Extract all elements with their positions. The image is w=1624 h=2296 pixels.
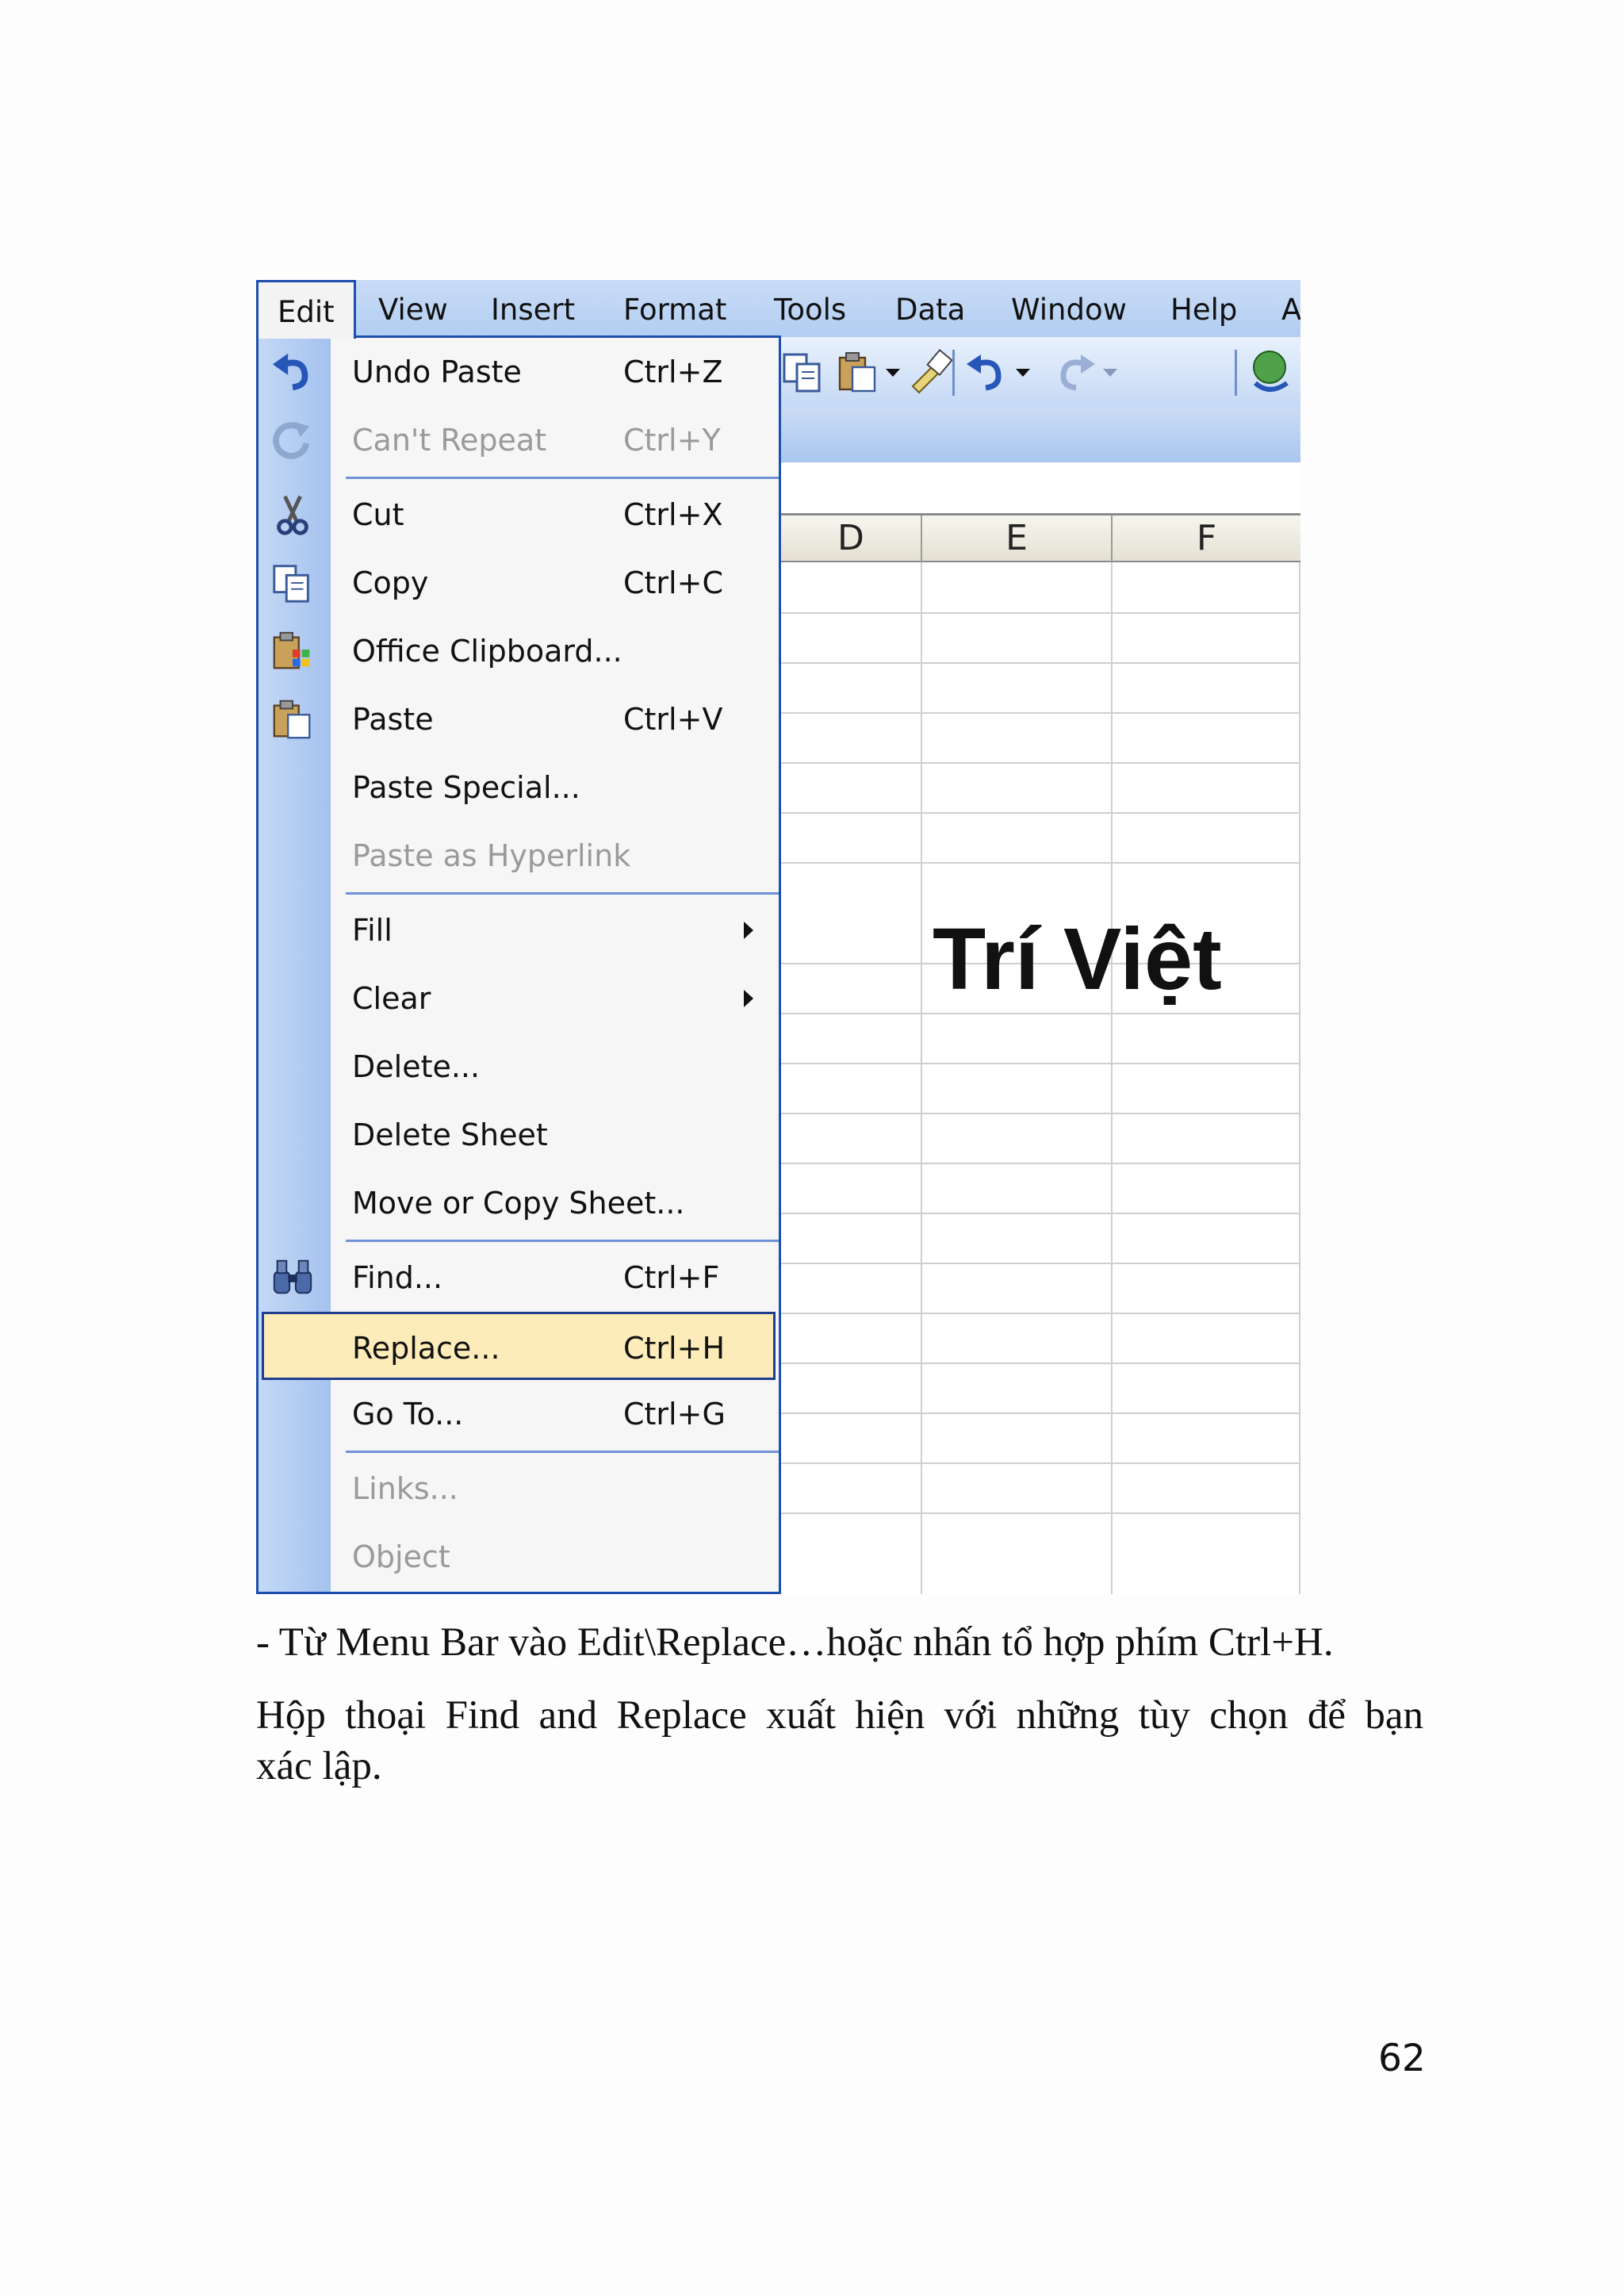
menu-item-shortcut: Ctrl+F	[623, 1260, 720, 1295]
menu-item-label: Find...	[352, 1260, 443, 1295]
menu-separator	[346, 892, 779, 895]
edit-menu-dropdown: Undo Paste Ctrl+Z Can't Repeat Ctrl+Y Cu…	[256, 335, 781, 1594]
menu-item-label: Delete Sheet	[352, 1117, 548, 1152]
menu-item-paste-special[interactable]: Paste Special...	[259, 753, 779, 822]
excel-screenshot: Edit View Insert Format Tools Data Windo…	[256, 280, 1300, 1594]
menu-item-label: Fill	[352, 913, 393, 948]
menu-item-fill[interactable]: Fill	[259, 896, 779, 964]
menu-item-replace[interactable]: Replace... Ctrl+H	[262, 1312, 776, 1380]
caption-line-1: - Từ Menu Bar vào Edit\Replace…hoặc nhấn…	[256, 1620, 1334, 1665]
menu-bar: Edit View Insert Format Tools Data Windo…	[256, 280, 1300, 339]
menu-item-label: Can't Repeat	[352, 423, 547, 458]
menu-item-copy[interactable]: Copy Ctrl+C	[259, 549, 779, 617]
dropdown-arrow-icon[interactable]	[883, 348, 903, 396]
menu-item-shortcut: Ctrl+C	[623, 565, 723, 600]
menu-tools[interactable]: Tools	[774, 280, 846, 337]
copy-icon	[273, 565, 309, 603]
menu-item-shortcut: Ctrl+Z	[623, 355, 723, 389]
menu-item-shortcut: Ctrl+H	[623, 1331, 726, 1366]
menu-item-office-clipboard[interactable]: Office Clipboard...	[259, 617, 779, 685]
dropdown-arrow-icon[interactable]	[1013, 348, 1033, 396]
menu-item-label: Go To...	[352, 1397, 464, 1432]
repeat-icon	[273, 421, 310, 459]
menu-data[interactable]: Data	[895, 280, 965, 337]
menu-item-cut[interactable]: Cut Ctrl+X	[259, 481, 779, 549]
menu-item-clear[interactable]: Clear	[259, 964, 779, 1033]
menu-insert[interactable]: Insert	[491, 280, 575, 337]
menu-item-shortcut: Ctrl+X	[623, 497, 723, 532]
undo-icon[interactable]	[963, 348, 1011, 396]
menu-item-move-or-copy-sheet[interactable]: Move or Copy Sheet...	[259, 1169, 779, 1237]
grid-line	[1299, 562, 1300, 1594]
submenu-arrow-icon	[744, 922, 753, 939]
menu-window[interactable]: Window	[1011, 280, 1127, 337]
toolbar-separator	[952, 350, 955, 396]
menu-item-shortcut: Ctrl+Y	[623, 423, 721, 458]
menu-item-label: Office Clipboard...	[352, 634, 622, 669]
clipboard-icon	[273, 631, 310, 669]
menu-item-delete-sheet[interactable]: Delete Sheet	[259, 1101, 779, 1169]
menu-edit[interactable]: Edit	[256, 280, 356, 339]
submenu-arrow-icon	[744, 990, 753, 1007]
menu-item-label: Copy	[352, 565, 429, 600]
menu-item-label: Cut	[352, 497, 404, 532]
menu-item-links: Links...	[259, 1455, 779, 1523]
menu-separator	[346, 1240, 779, 1242]
menu-item-label: Object	[352, 1539, 450, 1574]
undo-icon	[272, 353, 308, 391]
menu-item-shortcut: Ctrl+G	[623, 1397, 726, 1432]
menu-item-delete[interactable]: Delete...	[259, 1033, 779, 1101]
menu-item-label: Clear	[352, 981, 431, 1016]
menu-item-paste[interactable]: Paste Ctrl+V	[259, 685, 779, 753]
scissors-icon	[277, 495, 308, 535]
menu-separator	[346, 477, 779, 479]
menu-a[interactable]: A	[1281, 280, 1300, 337]
hyperlink-icon[interactable]	[1246, 348, 1293, 396]
caption-line-2: Hộp thoại Find and Replace xuất hiện với…	[256, 1693, 1423, 1738]
page-number: 62	[1378, 2037, 1426, 2080]
toolbar-separator	[1235, 350, 1237, 396]
menu-item-label: Replace...	[352, 1331, 500, 1366]
menu-item-find[interactable]: Find... Ctrl+F	[259, 1244, 779, 1312]
copy-icon[interactable]	[779, 348, 827, 396]
menu-item-undo-paste[interactable]: Undo Paste Ctrl+Z	[259, 338, 779, 406]
paste-icon[interactable]	[833, 348, 881, 396]
caption-line-3: xác lập.	[256, 1744, 382, 1788]
menu-item-label: Undo Paste	[352, 355, 522, 389]
column-header-d[interactable]: D	[781, 516, 921, 562]
menu-item-shortcut: Ctrl+V	[623, 702, 723, 737]
menu-item-label: Paste as Hyperlink	[352, 838, 631, 873]
column-header-e[interactable]: E	[921, 516, 1111, 562]
menu-item-go-to[interactable]: Go To... Ctrl+G	[259, 1380, 779, 1448]
dropdown-arrow-icon	[1103, 369, 1117, 377]
menu-item-label: Links...	[352, 1471, 458, 1506]
menu-item-object: Object	[259, 1523, 779, 1591]
format-painter-icon[interactable]	[906, 348, 954, 396]
grid-line	[921, 562, 922, 1594]
menu-format[interactable]: Format	[623, 280, 726, 337]
menu-help[interactable]: Help	[1170, 280, 1237, 337]
menu-item-label: Paste	[352, 702, 434, 737]
column-header-f[interactable]: F	[1111, 516, 1300, 562]
menu-item-label: Delete...	[352, 1049, 481, 1084]
menu-item-cant-repeat: Can't Repeat Ctrl+Y	[259, 406, 779, 474]
menu-separator	[346, 1451, 779, 1453]
grid-line	[1111, 562, 1113, 1594]
menu-view[interactable]: View	[378, 280, 448, 337]
redo-icon	[1060, 355, 1095, 391]
menu-item-label: Paste Special...	[352, 770, 580, 805]
cell-text-tri-viet[interactable]: Trí Việt	[933, 916, 1222, 1003]
binoculars-icon	[273, 1259, 312, 1294]
paste-icon	[273, 700, 311, 739]
menu-item-paste-as-hyperlink: Paste as Hyperlink	[259, 822, 779, 890]
menu-item-label: Move or Copy Sheet...	[352, 1186, 685, 1221]
